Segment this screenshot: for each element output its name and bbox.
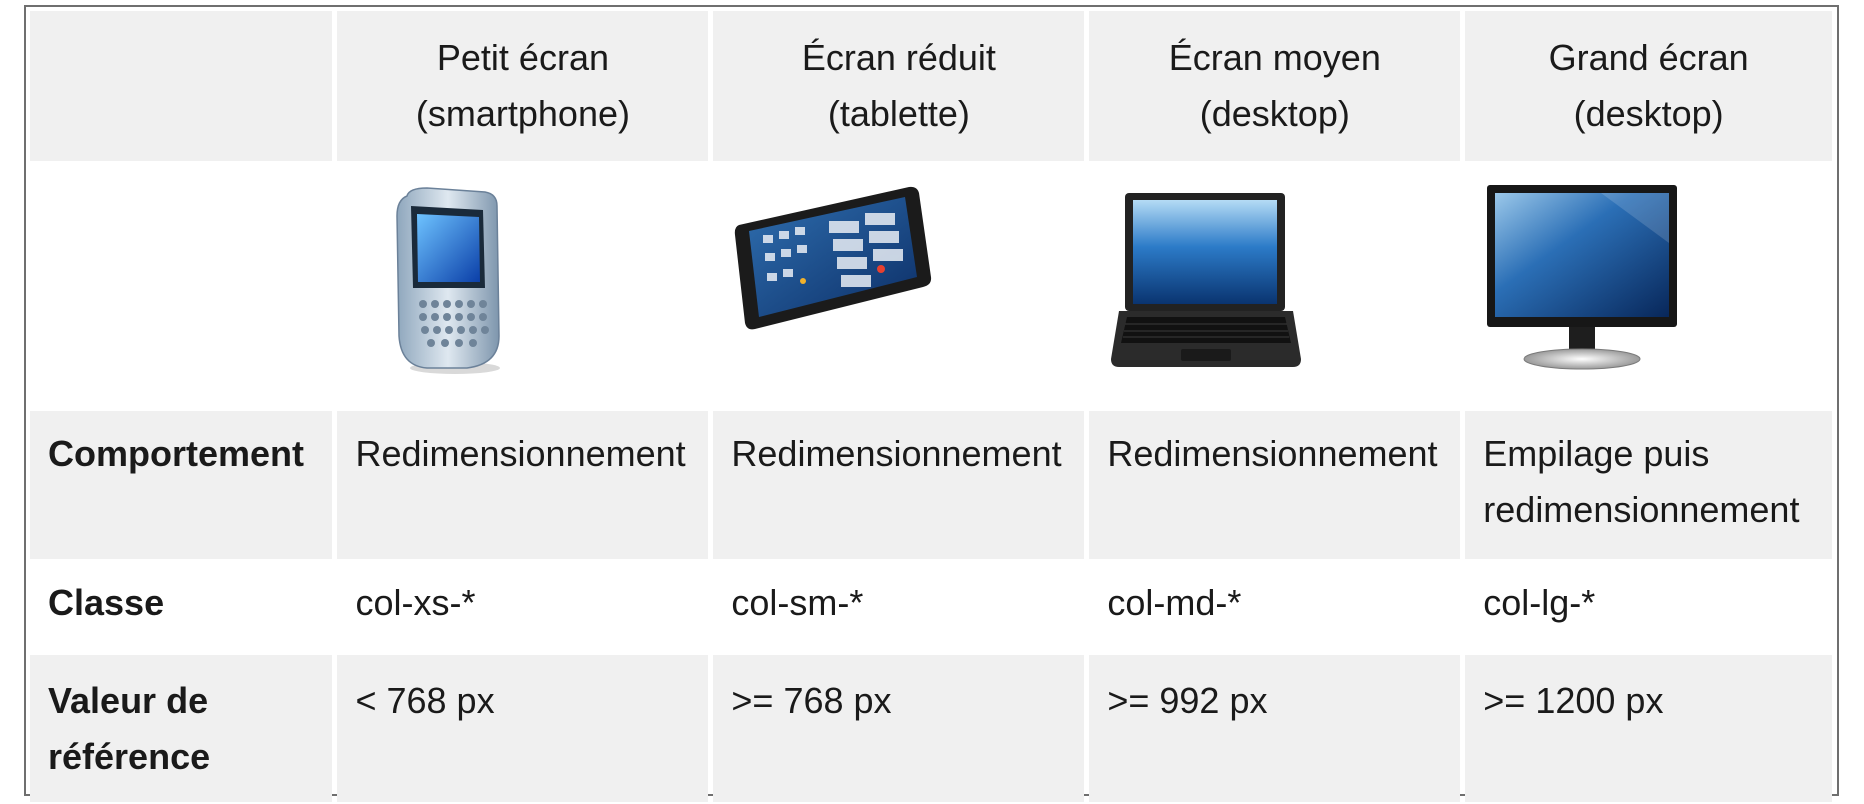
device-image-row <box>30 161 1832 411</box>
header-cell-medium-screen: Écran moyen (desktop) <box>1089 11 1461 161</box>
header-subtitle: (desktop) <box>1199 93 1350 134</box>
header-title: Petit écran <box>436 37 609 78</box>
header-title: Écran moyen <box>1168 37 1381 78</box>
row-label: Valeur de référence <box>30 655 333 802</box>
table-cell: < 768 px <box>337 655 709 802</box>
table-cell: col-sm-* <box>713 559 1085 655</box>
smartphone-icon <box>396 187 501 374</box>
table-row-reference-value: Valeur de référence < 768 px >= 768 px >… <box>30 655 1832 802</box>
device-cell-smartphone <box>337 161 709 411</box>
table-cell: col-xs-* <box>337 559 709 655</box>
table-cell: col-md-* <box>1089 559 1461 655</box>
row-label: Comportement <box>30 411 333 559</box>
tablet-icon <box>735 186 932 330</box>
header-subtitle: (tablette) <box>827 93 970 134</box>
table-row-class: Classe col-xs-* col-sm-* col-md-* col-lg… <box>30 559 1832 655</box>
table-cell: >= 768 px <box>713 655 1085 802</box>
table-cell: >= 992 px <box>1089 655 1461 802</box>
header-title: Écran réduit <box>801 37 996 78</box>
header-empty-cell <box>30 11 333 161</box>
header-subtitle: (smartphone) <box>415 93 630 134</box>
table-cell: Redimensionnement <box>713 411 1085 559</box>
table-cell: >= 1200 px <box>1465 655 1832 802</box>
responsive-grid-table: Petit écran (smartphone) Écran réduit (t… <box>25 11 1837 802</box>
header-title: Grand écran <box>1548 37 1749 78</box>
device-cell-tablet <box>713 161 1085 411</box>
table-cell: Empilage puis redimensionnement <box>1465 411 1832 559</box>
comparison-table-frame: Petit écran (smartphone) Écran réduit (t… <box>24 5 1839 802</box>
laptop-icon <box>1111 193 1302 367</box>
header-subtitle: (desktop) <box>1573 93 1724 134</box>
monitor-icon <box>1487 185 1678 370</box>
header-cell-reduced-screen: Écran réduit (tablette) <box>713 11 1085 161</box>
device-cell-monitor <box>1465 161 1832 411</box>
table-row-behavior: Comportement Redimensionnement Redimensi… <box>30 411 1832 559</box>
header-cell-large-screen: Grand écran (desktop) <box>1465 11 1832 161</box>
device-cell-laptop <box>1089 161 1461 411</box>
table-cell: col-lg-* <box>1465 559 1832 655</box>
table-header-row: Petit écran (smartphone) Écran réduit (t… <box>30 11 1832 161</box>
header-cell-small-screen: Petit écran (smartphone) <box>337 11 709 161</box>
table-cell: Redimensionnement <box>337 411 709 559</box>
device-empty-cell <box>30 161 333 411</box>
row-label: Classe <box>30 559 333 655</box>
table-cell: Redimensionnement <box>1089 411 1461 559</box>
